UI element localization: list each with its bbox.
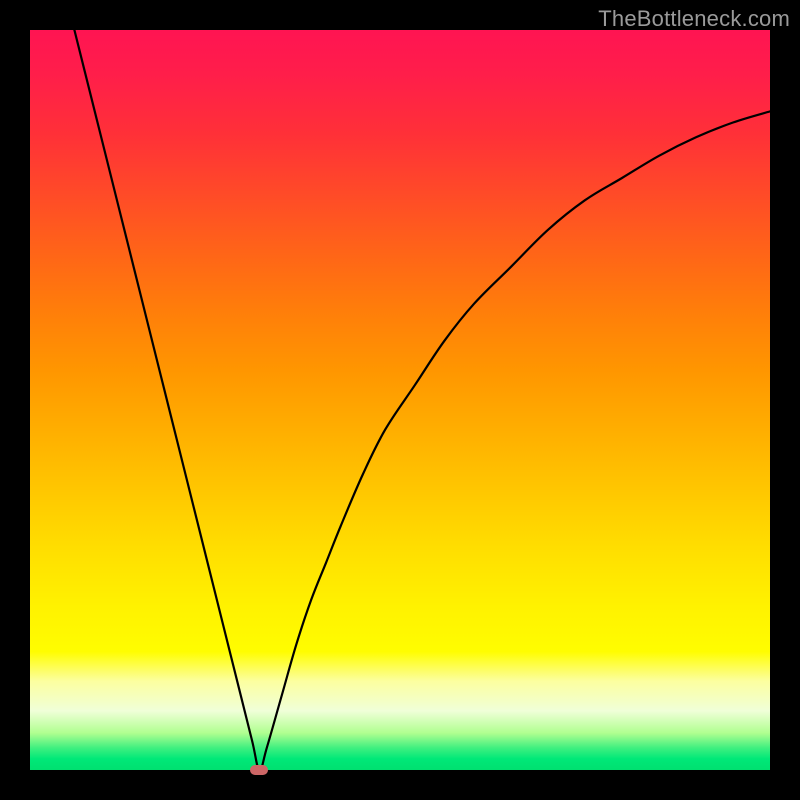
plot-background-gradient — [30, 30, 770, 770]
optimum-marker — [250, 765, 268, 775]
watermark-text: TheBottleneck.com — [598, 6, 790, 32]
chart-container: TheBottleneck.com — [0, 0, 800, 800]
